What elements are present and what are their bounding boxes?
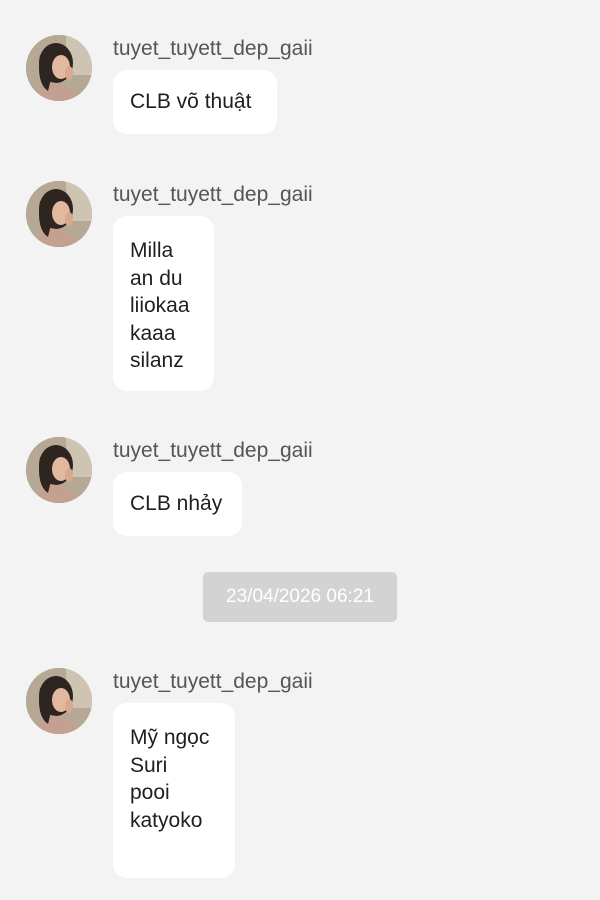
message-text-line: katyoko (130, 808, 203, 832)
message-text-line: silanz (130, 349, 184, 372)
message-text-line: CLB võ thuật (130, 90, 252, 113)
avatar-photo-icon (26, 181, 92, 247)
message-text-line: liiokaa (130, 294, 190, 317)
avatar[interactable] (26, 437, 92, 503)
message-text-line: Suri (130, 753, 168, 777)
avatar[interactable] (26, 35, 92, 101)
avatar[interactable] (26, 668, 92, 734)
sender-name: tuyet_tuyett_dep_gaii (113, 439, 313, 462)
avatar-photo-icon (26, 668, 92, 734)
sender-name: tuyet_tuyett_dep_gaii (113, 670, 313, 693)
message-bubble[interactable]: CLB nhảy (113, 472, 242, 536)
message-bubble[interactable]: CLB võ thuật (113, 70, 277, 134)
sender-name: tuyet_tuyett_dep_gaii (113, 183, 313, 206)
sender-name: tuyet_tuyett_dep_gaii (113, 37, 313, 60)
message-bubble[interactable]: Milla an du liiokaa kaaa silanz (113, 216, 214, 391)
timestamp-separator: 23/04/2026 06:21 (203, 572, 397, 622)
message-text-line: pooi (130, 781, 170, 804)
message-bubble[interactable]: Mỹ ngọc Suri pooi katyoko (113, 703, 235, 878)
avatar-photo-icon (26, 437, 92, 503)
message-text-line: an du (130, 266, 183, 290)
avatar[interactable] (26, 181, 92, 247)
message-text-line: kaaa (130, 321, 176, 345)
avatar-photo-icon (26, 35, 92, 101)
message-text-line: Milla (130, 239, 174, 262)
message-text-line: CLB nhảy (130, 492, 223, 515)
message-text-line: Mỹ ngọc (130, 726, 210, 749)
